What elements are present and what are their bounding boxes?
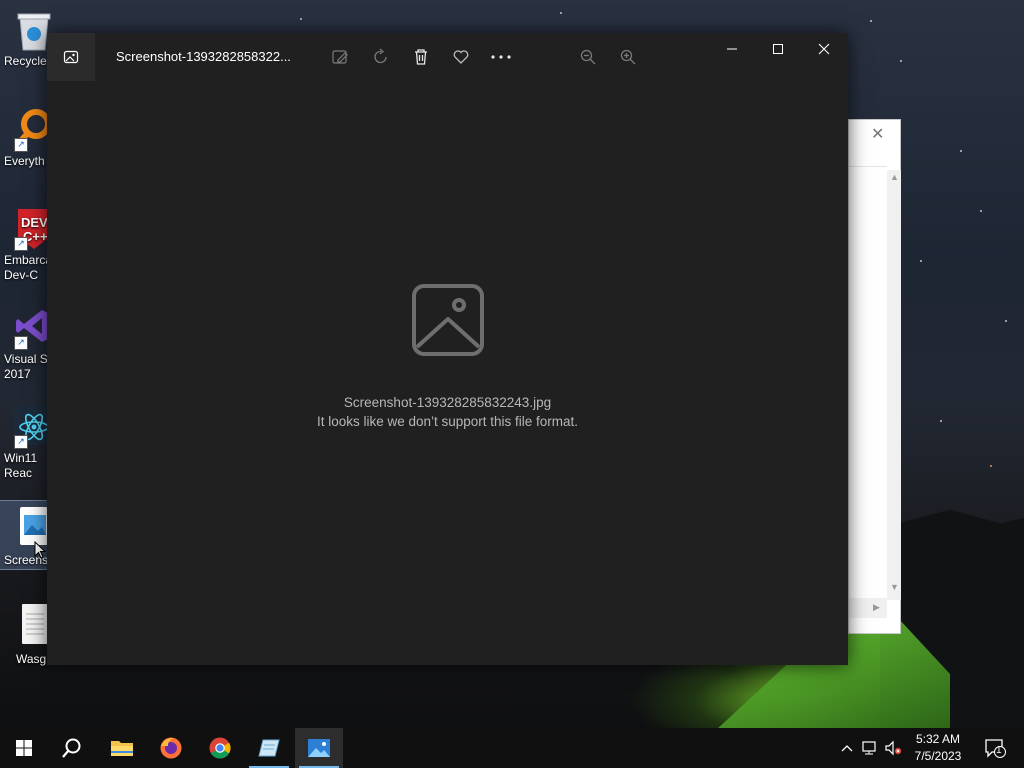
desktop-icon-recycle-bin[interactable]: Recycle [0,4,51,96]
search-icon [62,738,81,758]
photos-collection-button[interactable] [47,33,95,81]
system-clock[interactable]: 5:32 AM 7/5/2023 [906,731,970,765]
firefox-button[interactable] [147,728,195,768]
start-button[interactable] [0,728,48,768]
unsupported-format-message: Screenshot-139328285832243.jpg It looks … [47,283,848,429]
close-icon[interactable]: ✕ [871,124,884,144]
trash-icon[interactable] [409,45,433,69]
notification-count: 1 [996,745,1002,756]
firefox-icon [160,737,182,759]
rotate-icon[interactable] [369,45,393,69]
recycle-bin-icon [14,8,51,51]
title-bar: Screenshot-1393282858322... [47,33,848,81]
action-center-button[interactable]: 1 [983,737,1007,759]
shortcut-arrow-icon: ↗ [14,336,28,350]
vertical-scrollbar[interactable]: ▲ ▼ [887,170,901,600]
close-button[interactable] [801,33,847,65]
desktop-icon-dev-cpp[interactable]: DEV C++ ↗ Embarca Dev-C [0,203,52,295]
shortcut-arrow-icon: ↗ [14,138,28,152]
shortcut-arrow-icon: ↗ [14,435,28,449]
photos-taskbar-button[interactable] [295,728,343,768]
svg-text:DEV: DEV [21,215,48,230]
zoom-out-icon[interactable] [576,45,600,69]
photos-icon [308,739,330,757]
horizontal-scrollbar[interactable]: ▶ [849,598,887,618]
zoom-in-icon[interactable] [616,45,640,69]
edit-image-icon[interactable] [328,45,352,69]
volume-muted-icon[interactable] [884,739,902,757]
shortcut-arrow-icon: ↗ [14,237,28,251]
network-icon[interactable] [861,739,879,757]
desktop-icon-text-file[interactable]: Wasgi [0,600,50,692]
chrome-button[interactable] [196,728,244,768]
minimize-icon [727,48,737,50]
maximize-icon [773,44,783,54]
folder-icon [111,741,133,756]
mouse-cursor-icon [34,541,46,559]
notepad-button[interactable] [245,728,293,768]
window-title: Screenshot-1393282858322... [116,49,291,64]
background-dialog-window[interactable]: ✕ ▲ ▼ ▶ [848,119,901,634]
text-file-icon [22,604,48,644]
notepad-icon [258,739,280,757]
clock-date: 7/5/2023 [914,749,962,763]
image-file-icon [20,507,48,545]
desktop-icon-everything[interactable]: ↗ Everyth [0,104,51,196]
desktop-icon-screenshot[interactable]: Screensh [0,500,55,570]
heart-icon[interactable] [449,45,473,69]
file-name-text: Screenshot-139328285832243.jpg [343,395,552,410]
search-button[interactable] [48,728,96,768]
desktop-icon-visual-studio[interactable]: ↗ Visual St 2017 [0,302,51,394]
taskbar: 5:32 AM 7/5/2023 1 [0,728,1024,768]
windows-start-icon [16,740,32,756]
scroll-right-icon[interactable]: ▶ [873,602,880,613]
photos-app-window: Screenshot-1393282858322... Screenshot-1… [47,33,848,665]
dialog-content-area [849,166,887,599]
scroll-up-icon[interactable]: ▲ [890,172,899,182]
chrome-icon [209,737,231,759]
desktop-icon-react-app[interactable]: ↗ Win11 Reac [0,401,50,493]
more-icon[interactable] [489,45,513,69]
minimize-button[interactable] [709,33,755,65]
photos-app-icon [63,50,79,64]
clock-time: 5:32 AM [915,732,961,746]
image-placeholder-icon [411,284,484,356]
file-explorer-button[interactable] [98,728,146,768]
scroll-down-icon[interactable]: ▼ [890,582,899,592]
maximize-button[interactable] [755,33,801,65]
notification-icon [985,739,1006,758]
error-message-text: It looks like we don’t support this file… [316,414,579,429]
close-icon [818,43,830,55]
show-hidden-icons-chevron-icon[interactable] [838,739,856,757]
